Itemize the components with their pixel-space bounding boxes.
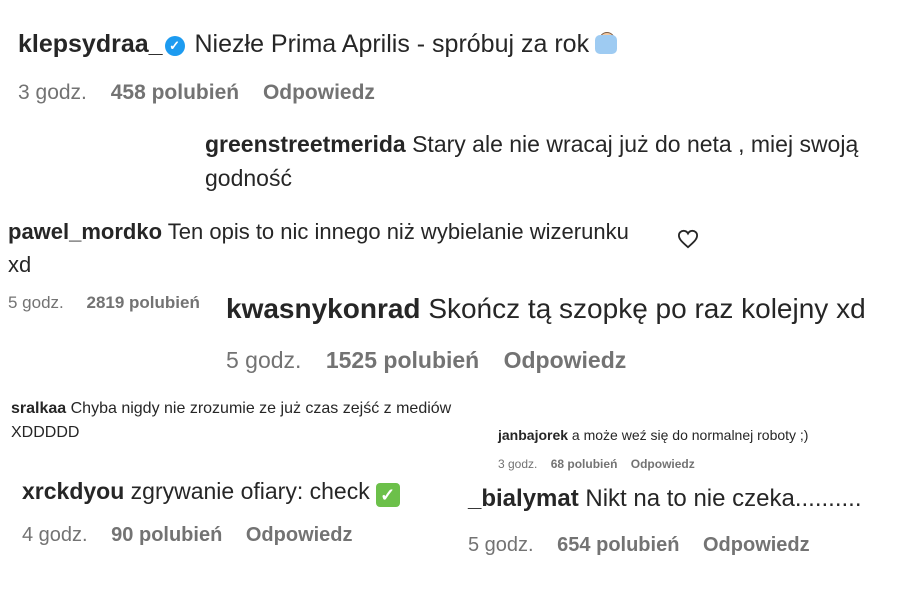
- comment-xrckdyou: xrckdyou zgrywanie ofiary: check ✓: [22, 478, 400, 507]
- comment-greenstreetmerida: greenstreetmerida Stary ale nie wracaj j…: [205, 127, 858, 195]
- likes-count[interactable]: 1525 polubień: [326, 347, 479, 373]
- comment-time: 4 godz.: [22, 524, 88, 546]
- comment-meta: 5 godz. 1525 polubień Odpowiedz: [226, 347, 644, 374]
- comment-pawel-mordko: pawel_mordko Ten opis to nic innego niż …: [8, 215, 629, 281]
- comment-username[interactable]: klepsydraa_: [18, 30, 163, 58]
- comment-text-line2: XDDDDD: [11, 424, 80, 441]
- comment-time: 5 godz.: [468, 534, 534, 556]
- comment-sralkaa: sralkaa Chyba nigdy nie zrozumie ze już …: [11, 397, 451, 445]
- comment-username[interactable]: sralkaa: [11, 400, 66, 417]
- comment-janbajorek: janbajorek a może weź się do normalnej r…: [498, 427, 808, 443]
- comment-text: Niezłe Prima Aprilis - spróbuj za rok: [194, 30, 590, 58]
- reply-button[interactable]: Odpowiedz: [263, 81, 375, 104]
- comment-username[interactable]: xrckdyou: [22, 478, 124, 504]
- comment-text-line1: Chyba nigdy nie zrozumie ze już czas zej…: [70, 400, 452, 417]
- comment-bialymat: _bialymat Nikt na to nie czeka..........: [468, 485, 862, 513]
- comment-username[interactable]: _bialymat: [468, 485, 579, 512]
- comment-kwasnykonrad: kwasnykonrad Skończ tą szopkę po raz kol…: [226, 293, 866, 325]
- comment-text-line1: Stary ale nie wracaj już do neta , miej …: [412, 131, 859, 157]
- verified-badge-icon: ✓: [164, 36, 185, 56]
- comment-time: 3 godz.: [18, 81, 87, 104]
- comment-text: zgrywanie ofiary: check: [130, 478, 370, 504]
- likes-count[interactable]: 2819 polubień: [87, 293, 200, 312]
- likes-count[interactable]: 68 polubień: [551, 457, 618, 471]
- likes-count[interactable]: 654 polubień: [557, 534, 679, 556]
- comment-username[interactable]: greenstreetmerida: [205, 131, 406, 157]
- comment-meta: 3 godz. 68 polubień Odpowiedz: [498, 457, 713, 471]
- comment-time: 5 godz.: [226, 347, 302, 373]
- reply-button[interactable]: Odpowiedz: [703, 534, 810, 556]
- comment-text-line1: Ten opis to nic innego niż wybielanie wi…: [167, 219, 629, 244]
- likes-count[interactable]: 458 polubień: [111, 81, 239, 104]
- comment-time: 5 godz.: [8, 293, 64, 312]
- comment-text-line2: godność: [205, 165, 292, 191]
- comment-username[interactable]: janbajorek: [498, 427, 568, 443]
- comment-meta: 4 godz. 90 polubień Odpowiedz: [22, 524, 371, 547]
- comment-meta: 3 godz. 458 polubień Odpowiedz: [18, 81, 393, 105]
- comment-text-line2: xd: [8, 252, 32, 277]
- facepalm-emoji-icon: [595, 32, 618, 54]
- likes-count[interactable]: 90 polubień: [111, 524, 222, 546]
- comment-text: a może weź się do normalnej roboty ;): [571, 427, 809, 443]
- comment-text: Nikt na to nie czeka..........: [585, 485, 862, 512]
- comment-meta: 5 godz. 2819 polubień: [8, 293, 218, 313]
- comment-text: Skończ tą szopkę po raz kolejny xd: [428, 293, 866, 324]
- comment-username[interactable]: pawel_mordko: [8, 219, 162, 244]
- comment-username[interactable]: kwasnykonrad: [226, 293, 421, 324]
- reply-button[interactable]: Odpowiedz: [504, 347, 627, 373]
- comment-time: 3 godz.: [498, 457, 538, 471]
- reply-button[interactable]: Odpowiedz: [631, 457, 695, 471]
- reply-button[interactable]: Odpowiedz: [246, 524, 353, 546]
- comment-klepsydraa: klepsydraa_ ✓ Niezłe Prima Aprilis - spró…: [18, 30, 618, 59]
- comment-meta: 5 godz. 654 polubień Odpowiedz: [468, 534, 828, 557]
- check-mark-button-icon: ✓: [375, 483, 400, 507]
- heart-outline-icon[interactable]: [677, 229, 699, 249]
